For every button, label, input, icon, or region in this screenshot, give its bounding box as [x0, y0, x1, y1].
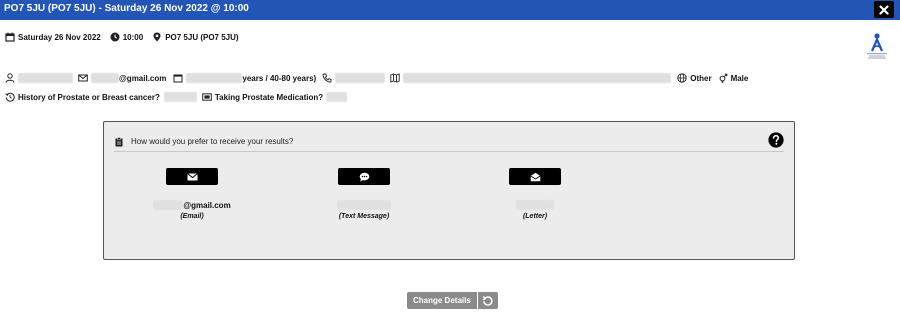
results-preference-header: How would you prefer to receive your res…: [114, 132, 784, 152]
organisation-logo: [867, 33, 887, 59]
patient-email-domain: @gmail.com: [119, 73, 167, 83]
letter-value: [516, 199, 554, 211]
phone-redacted: [335, 73, 386, 83]
email-option-button[interactable]: [166, 168, 218, 185]
medication-label: Taking Prostate Medication?: [214, 92, 324, 102]
appointment-info: Saturday 26 Nov 2022 10:00 PO7 5JU (PO7 …: [5, 32, 239, 42]
close-button[interactable]: [874, 1, 894, 18]
envelope-icon: [78, 73, 88, 83]
window-titlebar: PO7 5JU (PO7 5JU) - Saturday 26 Nov 2022…: [0, 0, 900, 20]
question-circle-icon[interactable]: [768, 132, 784, 148]
result-option-letter: (Letter): [495, 168, 575, 220]
clipboard-icon: [114, 136, 124, 147]
map-icon: [390, 73, 400, 83]
email-option-label: (Email): [180, 213, 204, 220]
patient-ethnicity: Other: [690, 73, 712, 83]
calendar-icon: [5, 32, 15, 42]
patient-age-range: years / 40-80 years): [242, 73, 317, 83]
history-icon: [5, 92, 15, 102]
open-envelope-icon: [529, 172, 541, 181]
medication-icon: [202, 92, 212, 102]
text-message-option-button[interactable]: [338, 168, 390, 185]
change-details-group: Change Details: [407, 292, 498, 309]
appointment-date: Saturday 26 Nov 2022: [18, 32, 101, 42]
appointment-time: 10:00: [122, 32, 144, 42]
results-preference-question: How would you prefer to receive your res…: [131, 137, 294, 146]
patient-gender: Male: [730, 73, 749, 83]
result-option-email: @gmail.com (Email): [152, 168, 232, 220]
history-label: History of Prostate or Breast cancer?: [18, 92, 160, 102]
patient-medical-flags: History of Prostate or Breast cancer? Ta…: [5, 92, 348, 102]
clock-icon: [110, 32, 120, 42]
letter-option-label: (Letter): [522, 213, 548, 220]
close-icon: [879, 4, 889, 15]
phone-icon: [322, 73, 332, 83]
undo-button[interactable]: [477, 292, 498, 309]
envelope-icon: [186, 172, 198, 180]
patient-details: @gmail.com years / 40-80 years) Other Ma…: [5, 73, 748, 83]
patient-name-redacted: [18, 73, 73, 83]
appointment-location: PO7 5JU (PO7 5JU): [165, 32, 239, 42]
letter-option-button[interactable]: [509, 168, 561, 185]
chat-bubble-icon: [359, 172, 369, 181]
email-prefix-redacted: [153, 200, 184, 210]
change-details-button[interactable]: Change Details: [407, 292, 477, 309]
email-value: @gmail.com: [153, 199, 231, 211]
email-value-domain: @gmail.com: [183, 200, 231, 210]
address-redacted: [403, 73, 672, 83]
user-icon: [5, 73, 15, 83]
map-pin-icon: [152, 32, 162, 42]
dob-redacted: [186, 73, 243, 83]
calendar-outline-icon: [173, 73, 183, 83]
result-option-text-message: (Text Message): [324, 168, 404, 220]
text-message-option-label: (Text Message): [338, 213, 390, 220]
mobile-number-redacted: [337, 200, 391, 210]
undo-icon: [483, 296, 493, 306]
window-title: PO7 5JU (PO7 5JU) - Saturday 26 Nov 2022…: [4, 3, 249, 14]
gender-icon: [718, 73, 728, 83]
globe-icon: [677, 73, 687, 83]
email-prefix-redacted: [91, 73, 119, 83]
history-value-redacted: [163, 92, 197, 102]
medication-value-redacted: [326, 92, 348, 102]
text-message-value: [337, 199, 391, 211]
results-preference-panel: How would you prefer to receive your res…: [103, 121, 795, 260]
address-redacted: [516, 200, 554, 210]
